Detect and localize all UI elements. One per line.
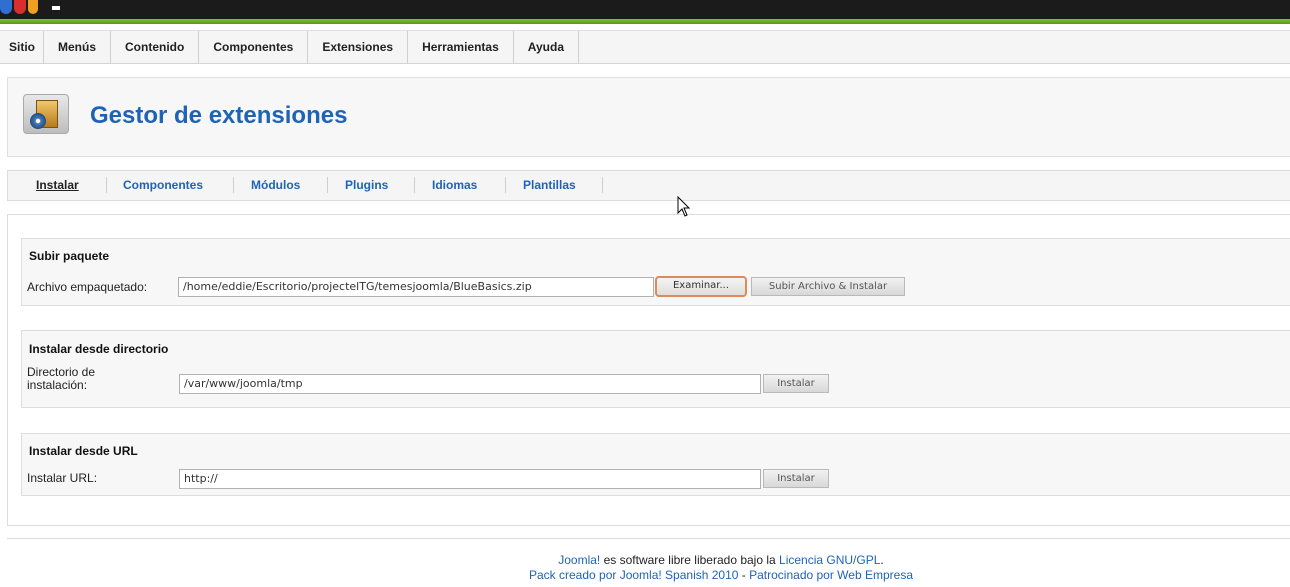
page-title: Gestor de extensiones: [90, 102, 348, 129]
install-panel: Subir paquete Archivo empaquetado: /home…: [7, 214, 1290, 526]
install-url-input[interactable]: http://: [179, 469, 761, 489]
tab-modulos[interactable]: Módulos: [251, 178, 300, 192]
install-url-button[interactable]: Instalar: [763, 469, 829, 488]
upload-package-section: Subir paquete Archivo empaquetado: /home…: [21, 238, 1290, 306]
browse-button[interactable]: Examinar...: [655, 276, 747, 297]
footer-line-2: Pack creado por Joomla! Spanish 2010 - P…: [528, 568, 913, 582]
menu-item-componentes[interactable]: Componentes: [199, 31, 309, 64]
menu-item-extensiones[interactable]: Extensiones: [308, 31, 409, 64]
submenu-tabs: Instalar Componentes Módulos Plugins Idi…: [7, 170, 1290, 201]
upload-install-button[interactable]: Subir Archivo & Instalar: [751, 277, 905, 296]
menu-item-ayuda[interactable]: Ayuda: [514, 31, 580, 64]
footer-line-1: Joomla! es software libre liberado bajo …: [558, 553, 884, 567]
page-header: Gestor de extensiones: [7, 77, 1290, 157]
tab-instalar[interactable]: Instalar: [36, 178, 79, 192]
tab-componentes[interactable]: Componentes: [123, 178, 203, 192]
spanish-pack-link[interactable]: Pack creado por Joomla! Spanish 2010: [529, 568, 738, 582]
upload-package-legend: Subir paquete: [29, 249, 110, 263]
install-directory-input[interactable]: /var/www/joomla/tmp: [179, 374, 761, 394]
install-url-legend: Instalar desde URL: [29, 444, 138, 458]
header-green-strip: [0, 19, 1290, 24]
package-file-input[interactable]: /home/eddie/Escritorio/projectelTG/temes…: [178, 277, 654, 297]
install-url-label: Instalar URL:: [27, 471, 98, 485]
install-directory-button[interactable]: Instalar: [763, 374, 829, 393]
tab-plantillas[interactable]: Plantillas: [523, 178, 576, 192]
web-empresa-link[interactable]: Patrocinado por Web Empresa: [749, 568, 913, 582]
menu-item-sitio[interactable]: Sitio: [0, 31, 44, 64]
menu-item-herramientas[interactable]: Herramientas: [408, 31, 514, 64]
tab-plugins[interactable]: Plugins: [345, 178, 388, 192]
install-directory-label: Directorio de instalación:: [27, 365, 96, 392]
mouse-pointer-icon: [677, 196, 691, 217]
package-file-label: Archivo empaquetado:: [27, 280, 148, 294]
menu-item-contenido[interactable]: Contenido: [111, 31, 200, 64]
extension-manager-icon: [23, 94, 69, 134]
license-link[interactable]: Licencia GNU/GPL: [779, 553, 880, 567]
joomla-logo: [0, 0, 60, 16]
footer: Joomla! es software libre liberado bajo …: [0, 553, 1290, 583]
footer-divider: [7, 538, 1290, 539]
install-from-url-section: Instalar desde URL Instalar URL: http://…: [21, 433, 1290, 496]
install-directory-legend: Instalar desde directorio: [29, 342, 169, 356]
menu-item-menus[interactable]: Menús: [44, 31, 112, 64]
main-menu-bar: Sitio Menús Contenido Componentes Extens…: [0, 30, 1290, 64]
install-from-directory-section: Instalar desde directorio Directorio de …: [21, 330, 1290, 408]
joomla-link[interactable]: Joomla!: [558, 553, 600, 567]
tab-idiomas[interactable]: Idiomas: [432, 178, 477, 192]
admin-header: [0, 0, 1290, 24]
